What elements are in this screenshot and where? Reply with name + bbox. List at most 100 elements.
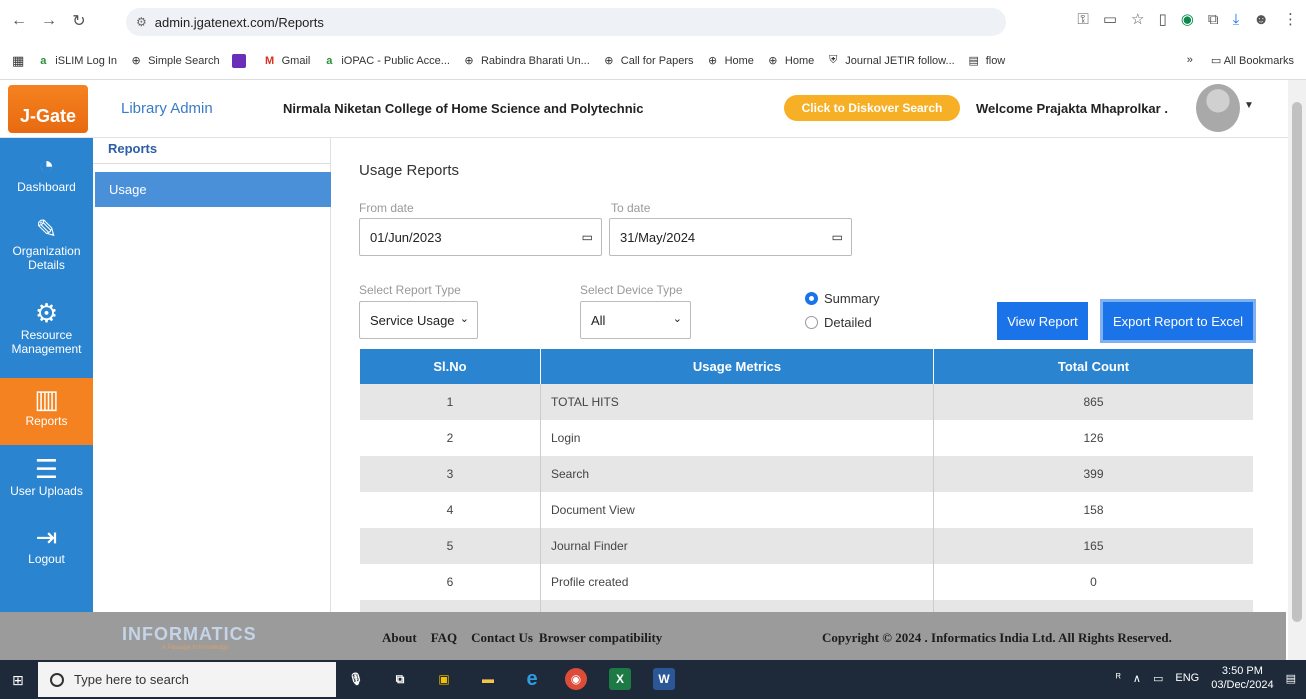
page-scrollbar[interactable] (1288, 80, 1306, 660)
more-bookmarks-button[interactable]: » (1187, 54, 1193, 67)
people-icon[interactable]: ᴿ (1116, 672, 1121, 684)
to-date-field[interactable]: 31/May/2024 ▭ (609, 218, 852, 256)
cell-metric: TOTAL HITS (541, 384, 934, 420)
file-explorer-icon[interactable]: ▬ (477, 668, 499, 690)
reload-icon[interactable]: ↻ (68, 10, 90, 32)
address-bar[interactable]: ⚙ admin.jgatenext.com/Reports (126, 8, 1006, 36)
mic-icon[interactable]: 🎙 (345, 668, 367, 690)
usage-table: Sl.No Usage Metrics Total Count 1 TOTAL … (360, 349, 1253, 612)
globe-icon: ⊕ (464, 55, 474, 67)
footer-link-faq[interactable]: FAQ (431, 630, 457, 646)
footer-link-about[interactable]: About (382, 630, 417, 646)
forward-icon[interactable]: → (38, 10, 60, 32)
calendar-icon[interactable]: ▭ (832, 230, 843, 244)
windows-start-icon[interactable]: ⊞ (12, 672, 24, 689)
submenu-item-usage[interactable]: Usage (95, 172, 331, 207)
bookmark-flow[interactable]: ▤ flow (967, 54, 1005, 68)
cell-count: 126 (1083, 431, 1104, 445)
key-icon[interactable]: ⚿ (1077, 11, 1088, 28)
extension-g-icon[interactable]: ◉ (1181, 10, 1194, 28)
detailed-radio[interactable]: Detailed (805, 315, 872, 330)
system-tray: ᴿ ∧ ▭ ENG 3:50 PM 03/Dec/2024 ▤ (1116, 664, 1296, 692)
purple-square-icon (231, 53, 246, 68)
cell-count: 0 (1090, 575, 1097, 589)
chevron-up-icon[interactable]: ∧ (1133, 672, 1141, 685)
store-icon[interactable]: ▣ (433, 668, 455, 690)
jgate-logo[interactable]: J-Gate (8, 85, 88, 133)
bookmark-rabindra[interactable]: ⊕ Rabindra Bharati Un... (462, 54, 589, 68)
word-icon[interactable]: W (653, 668, 675, 690)
sidebar-item-dashboard[interactable]: ◔ Dashboard (0, 150, 93, 210)
diskover-search-button[interactable]: Click to Diskover Search (784, 95, 960, 121)
device-type-select[interactable]: All ⌄ (580, 301, 691, 339)
submenu-title: Reports (108, 141, 158, 156)
sidebar-item-reports[interactable]: ▥ Reports (0, 378, 93, 445)
bookmark-jetir[interactable]: ⛨ Journal JETIR follow... (826, 54, 955, 68)
gmail-icon: M (265, 54, 275, 67)
bookmark-iopac[interactable]: a iOPAC - Public Acce... (322, 54, 450, 68)
column-header-metrics: Usage Metrics (541, 349, 934, 384)
puzzle-icon[interactable]: ⧉ (1208, 11, 1219, 28)
page-footer: INFORMATICS A Passage to Knowledge About… (0, 612, 1286, 660)
menu-dots-icon[interactable]: ⋮ (1283, 10, 1298, 28)
column-header-slno: Sl.No (360, 349, 541, 384)
site-info-icon[interactable]: ⚙ (136, 15, 147, 29)
language-indicator[interactable]: ENG (1175, 672, 1199, 684)
gauge-icon: ◔ (38, 150, 55, 180)
cell-slno: 1 (360, 384, 541, 420)
app-header: J-Gate Library Admin Nirmala Niketan Col… (0, 80, 1296, 138)
user-pen-icon: ✎ (35, 214, 58, 244)
bookmark-purple[interactable] (231, 53, 251, 68)
clock[interactable]: 3:50 PM 03/Dec/2024 (1211, 664, 1273, 692)
table-body: 1 TOTAL HITS 865 2 Login 126 3 Search 39… (360, 384, 1253, 612)
sidebar-item-resource[interactable]: ⚙ Resource Management (0, 298, 93, 370)
scrollbar-thumb[interactable] (1292, 102, 1302, 622)
excel-icon[interactable]: X (609, 668, 631, 690)
avatar[interactable] (1196, 84, 1240, 132)
summary-radio[interactable]: Summary (805, 291, 880, 306)
sidebar-item-user-uploads[interactable]: ☰ User Uploads (0, 454, 93, 514)
main-sidebar: ◔ Dashboard ✎ Organization Details ⚙ Res… (0, 138, 93, 612)
bookmark-home-1[interactable]: ⊕ Home (706, 54, 754, 68)
all-bookmarks-button[interactable]: ▭ All Bookmarks (1211, 54, 1294, 67)
caret-down-icon[interactable]: ▼ (1244, 100, 1254, 111)
from-date-field[interactable]: 01/Jun/2023 ▭ (359, 218, 602, 256)
welcome-text: Welcome Prajakta Mhaprolkar . (976, 101, 1168, 116)
library-admin-label: Library Admin (121, 100, 213, 117)
export-excel-button[interactable]: Export Report to Excel (1103, 302, 1253, 340)
cell-slno: 6 (360, 564, 541, 600)
bookmark-call-for-papers[interactable]: ⊕ Call for Papers (602, 54, 693, 68)
taskbar-apps: 🎙 ⧉ ▣ ▬ e ◉ X W (345, 668, 675, 690)
chrome-icon[interactable]: ◉ (565, 668, 587, 690)
apps-grid-icon[interactable]: ▦ (12, 53, 24, 69)
divider (93, 163, 331, 164)
star-icon[interactable]: ☆ (1131, 10, 1144, 28)
bookmark-simple-search[interactable]: ⊕ Simple Search (129, 54, 219, 68)
chart-icon: ▥ (34, 384, 59, 414)
sidebar-item-organization[interactable]: ✎ Organization Details (0, 214, 93, 286)
doc-icon[interactable]: ▯ (1158, 10, 1166, 28)
globe-icon: ⊕ (707, 55, 718, 67)
footer-link-browser[interactable]: Browser compatibility (539, 630, 662, 646)
download-icon[interactable]: ⤓ (1233, 11, 1240, 28)
notification-icon[interactable]: ▤ (1286, 672, 1296, 685)
sidebar-item-logout[interactable]: ⇥ Logout (0, 522, 93, 582)
profile-icon[interactable]: ☻ (1253, 11, 1269, 28)
college-name: Nirmala Niketan College of Home Science … (283, 101, 644, 116)
view-report-button[interactable]: View Report (997, 302, 1088, 340)
edge-icon[interactable]: e (521, 668, 543, 690)
back-icon[interactable]: ← (8, 10, 30, 32)
cast-icon[interactable]: ▭ (1103, 10, 1117, 28)
bookmark-islim[interactable]: a iSLIM Log In (36, 54, 117, 68)
bookmark-gmail[interactable]: M Gmail (263, 54, 310, 68)
taskbar-search[interactable]: Type here to search (38, 662, 336, 697)
bookmark-home-2[interactable]: ⊕ Home (766, 54, 814, 68)
table-row: 6 Profile created 0 (360, 564, 1253, 600)
footer-link-contact[interactable]: Contact Us (471, 630, 533, 646)
task-view-icon[interactable]: ⧉ (389, 668, 411, 690)
informatics-logo: INFORMATICS A Passage to Knowledge (122, 624, 257, 651)
table-row: 1 TOTAL HITS 865 (360, 384, 1253, 420)
report-type-select[interactable]: Service Usage ⌄ (359, 301, 478, 339)
network-icon[interactable]: ▭ (1153, 672, 1163, 685)
calendar-icon[interactable]: ▭ (582, 230, 593, 244)
